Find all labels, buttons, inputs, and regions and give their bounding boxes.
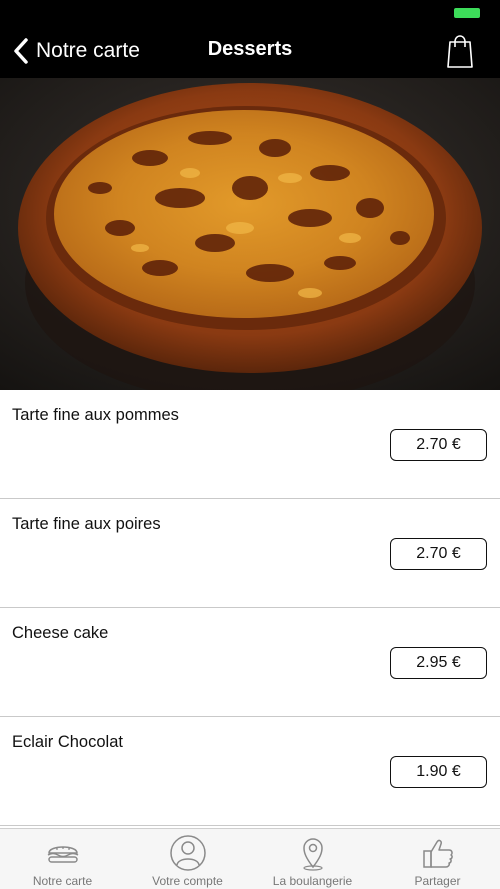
item-name: Eclair Chocolat [12, 733, 123, 751]
tab-la-boulangerie[interactable]: La boulangerie [250, 829, 375, 889]
tab-label: Votre compte [152, 874, 223, 888]
list-item[interactable]: Cheese cake 2.95 € [0, 608, 500, 717]
tab-partager[interactable]: Partager [375, 829, 500, 889]
tab-notre-carte[interactable]: Notre carte [0, 829, 125, 889]
thumbs-up-icon [422, 839, 453, 868]
tab-votre-compte[interactable]: Votre compte [125, 829, 250, 889]
list-item[interactable]: Eclair Chocolat 1.90 € [0, 717, 500, 826]
category-hero-image [0, 78, 500, 390]
tab-label: La boulangerie [272, 874, 353, 888]
price-button[interactable]: 2.95 € [390, 647, 487, 679]
dessert-list: Tarte fine aux pommes 2.70 € Tarte fine … [0, 390, 500, 828]
sandwich-icon [47, 846, 78, 863]
battery-indicator [454, 8, 480, 18]
tab-bar: Notre carte Votre compte La boulangerie … [0, 828, 500, 889]
user-icon [169, 835, 206, 871]
item-name: Tarte fine aux pommes [12, 406, 179, 424]
price-button[interactable]: 2.70 € [390, 538, 487, 570]
price-button[interactable]: 2.70 € [390, 429, 487, 461]
tab-label: Partager [414, 874, 461, 888]
shopping-bag-icon[interactable] [446, 30, 474, 70]
top-bar: Notre carte Desserts [0, 0, 500, 78]
tab-label: Notre carte [32, 874, 93, 888]
location-pin-icon [302, 838, 323, 871]
page-title: Desserts [207, 38, 293, 60]
list-item[interactable]: Tarte fine aux pommes 2.70 € [0, 390, 500, 499]
item-name: Cheese cake [12, 624, 109, 642]
price-button[interactable]: 1.90 € [390, 756, 487, 788]
list-item[interactable]: Tarte fine aux poires 2.70 € [0, 499, 500, 608]
item-name: Tarte fine aux poires [12, 515, 161, 533]
